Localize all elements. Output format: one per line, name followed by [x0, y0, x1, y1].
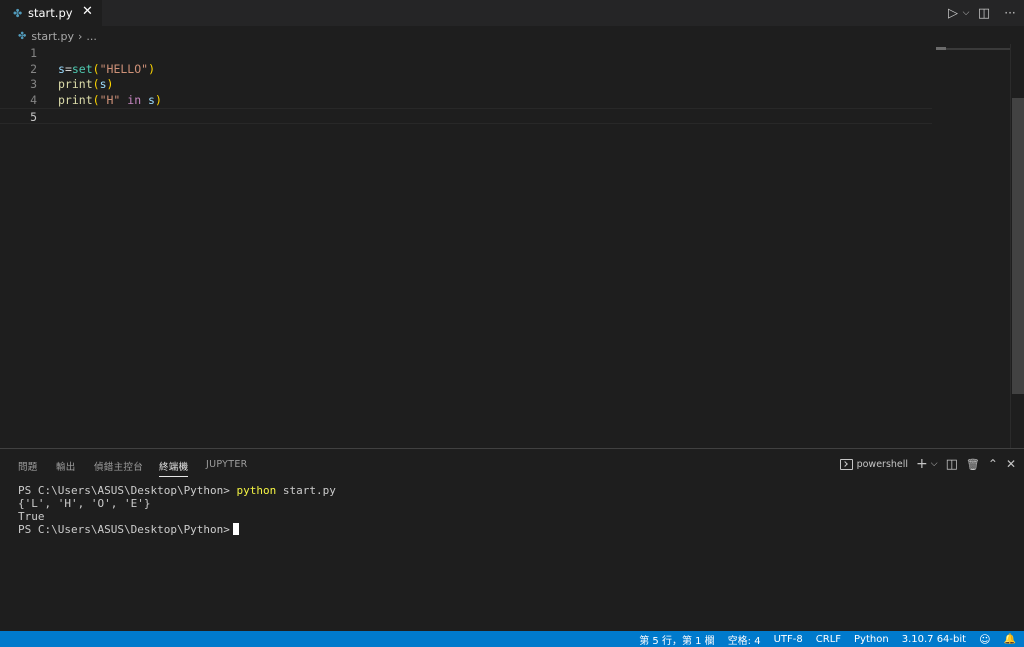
close-tab-icon[interactable]: ✕ — [82, 4, 93, 19]
code-token: ( — [92, 93, 100, 108]
tab-terminal[interactable]: 終端機 — [159, 459, 189, 477]
chevron-right-icon: › — [78, 29, 83, 43]
terminal-shell-name[interactable]: powershell — [857, 459, 908, 470]
feedback-icon[interactable]: ☺ — [979, 633, 990, 646]
tab-output[interactable]: 輸出 — [56, 459, 76, 473]
line-number: 4 — [30, 93, 37, 108]
code-token: s — [58, 61, 65, 76]
code-line[interactable]: 5 — [0, 107, 932, 124]
code-token: ) — [106, 77, 114, 92]
code-token: s — [99, 77, 107, 92]
code-line[interactable]: 3 print(s) — [0, 76, 932, 92]
code-line[interactable]: 2 s=set("HELLO") — [0, 61, 932, 77]
terminal-line: True — [18, 510, 45, 523]
terminal-prompt: PS C:\Users\ASUS\Desktop\Python> — [18, 523, 230, 536]
tab-bar: ✤ start.py ✕ ▷ ⌵ ◫ ··· — [0, 0, 1024, 26]
code-line[interactable]: 4 print("H" in s) — [0, 92, 932, 108]
code-token: set — [71, 61, 93, 76]
terminal-profile-chevron-icon[interactable]: ⌵ — [931, 459, 938, 469]
run-menu-chevron-icon[interactable]: ⌵ — [960, 8, 972, 18]
terminal-line: PS C:\Users\ASUS\Desktop\Python> — [18, 523, 336, 536]
terminal-line: PS C:\Users\ASUS\Desktop\Python> python … — [18, 484, 336, 497]
code-line[interactable]: 1 — [0, 45, 932, 61]
code-token: = — [64, 61, 72, 76]
minimap-slider[interactable] — [936, 48, 1010, 50]
cursor-position[interactable]: 第 5 行，第 1 欄 — [639, 632, 714, 647]
code-token: print — [58, 93, 93, 108]
code-token: ) — [148, 61, 155, 76]
tab-label: start.py — [28, 6, 73, 20]
run-python-icon[interactable]: ▷ — [946, 6, 960, 21]
code-token: in — [120, 93, 149, 108]
split-editor-icon[interactable]: ◫ — [972, 6, 996, 21]
breadcrumb-symbols[interactable]: ... — [86, 30, 97, 43]
code-token: s — [148, 93, 155, 108]
tab-start-py[interactable]: ✤ start.py ✕ — [0, 0, 102, 26]
more-actions-icon[interactable]: ··· — [996, 6, 1024, 20]
tab-jupyter[interactable]: JUPYTER — [206, 459, 248, 470]
line-number: 2 — [30, 61, 37, 76]
end-of-line[interactable]: CRLF — [816, 634, 841, 645]
scrollbar-thumb[interactable] — [1012, 98, 1024, 394]
line-number: 1 — [30, 46, 37, 60]
trash-icon[interactable]: 🗑 — [966, 458, 980, 471]
python-file-icon: ✤ — [13, 6, 23, 20]
breadcrumb: ✤ start.py › ... — [0, 26, 1010, 46]
status-bar: 第 5 行，第 1 欄 空格: 4 UTF-8 CRLF Python 3.10… — [0, 631, 1024, 647]
code-text: s=set("HELLO") — [58, 61, 155, 77]
indentation[interactable]: 空格: 4 — [728, 632, 761, 647]
code-token: "H" — [99, 93, 121, 108]
encoding[interactable]: UTF-8 — [774, 634, 803, 645]
code-editor[interactable]: 1 2 s=set("HELLO") 3 print(s) 4 print("H" in s… — [0, 44, 1024, 448]
python-interpreter[interactable]: 3.10.7 64-bit — [902, 634, 966, 645]
code-text: print(s) — [58, 76, 113, 92]
code-token: print — [58, 77, 93, 92]
maximize-panel-icon[interactable]: ⌃ — [988, 457, 998, 471]
terminal-command: python — [236, 484, 277, 497]
terminal-command-args: start.py — [276, 484, 336, 497]
split-terminal-icon[interactable]: ◫ — [946, 457, 958, 472]
terminal-cursor — [232, 523, 239, 535]
code-text: print("H" in s) — [58, 92, 162, 108]
code-token: "HELLO" — [99, 61, 149, 76]
line-number: 3 — [30, 77, 37, 92]
line-number: 5 — [30, 109, 37, 124]
notifications-bell-icon[interactable]: 🔔 — [1004, 634, 1016, 645]
new-terminal-icon[interactable]: + — [916, 456, 928, 472]
language-mode[interactable]: Python — [854, 634, 889, 645]
tab-problems[interactable]: 問題 — [18, 459, 38, 473]
terminal-line: {'L', 'H', 'O', 'E'} — [18, 497, 151, 510]
python-file-icon: ✤ — [18, 30, 27, 42]
editor-scrollbar[interactable] — [1010, 44, 1024, 448]
minimap[interactable] — [936, 47, 946, 50]
breadcrumb-file[interactable]: start.py — [31, 30, 74, 43]
terminal-output[interactable]: PS C:\Users\ASUS\Desktop\Python> python … — [18, 484, 336, 536]
tab-debug-console[interactable]: 偵錯主控台 — [94, 459, 143, 473]
code-token: ) — [154, 93, 162, 108]
code-token: ( — [92, 61, 100, 76]
panel-actions: powershell + ⌵ ◫ 🗑 ⌃ ✕ — [839, 456, 1016, 472]
bottom-panel: 問題 輸出 偵錯主控台 終端機 JUPYTER powershell + ⌵ ◫… — [0, 448, 1024, 631]
terminal-prompt: PS C:\Users\ASUS\Desktop\Python> — [18, 484, 237, 497]
status-bar-right: 第 5 行，第 1 欄 空格: 4 UTF-8 CRLF Python 3.10… — [639, 631, 1024, 647]
code-token: ( — [92, 77, 100, 92]
terminal-icon — [839, 458, 853, 470]
close-panel-icon[interactable]: ✕ — [1006, 457, 1016, 471]
editor-actions: ▷ ⌵ ◫ ··· — [946, 0, 1024, 26]
